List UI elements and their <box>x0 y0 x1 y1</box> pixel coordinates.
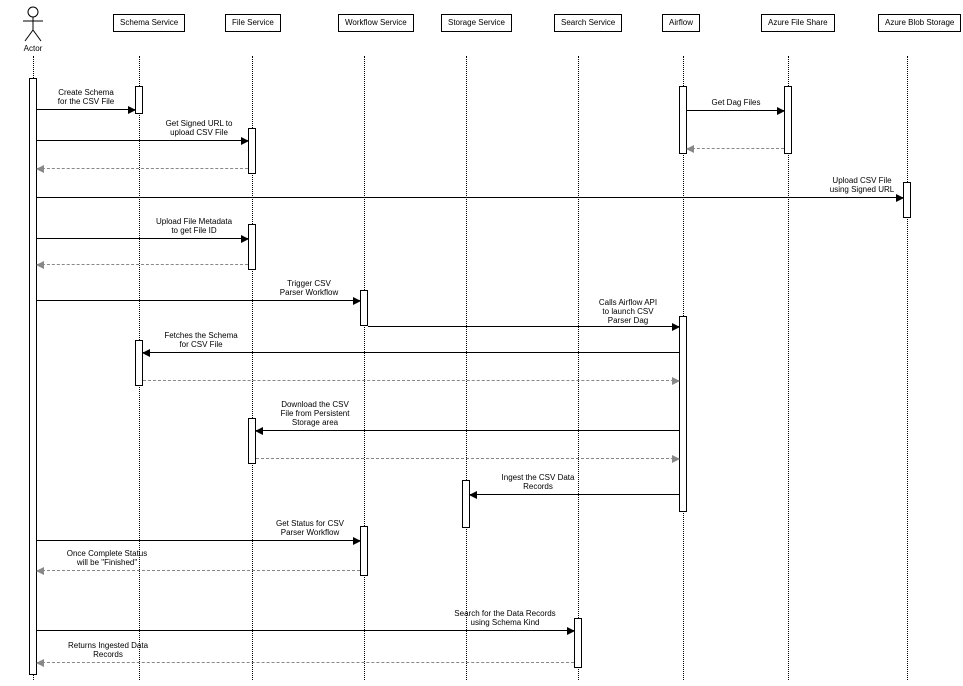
msg-signed-url <box>37 140 248 141</box>
msg-trigger-workflow-label: Trigger CSV Parser Workflow <box>262 279 356 297</box>
msg-get-status <box>37 540 360 541</box>
msg-download-csv-label: Download the CSV File from Persistent St… <box>261 400 369 427</box>
lifeline-workflow <box>364 56 365 680</box>
msg-status-finished-label: Once Complete Status will be "Finished" <box>44 549 170 567</box>
msg-get-dag <box>687 110 784 111</box>
msg-download-csv-return <box>256 458 679 459</box>
msg-ingest-label: Ingest the CSV Data Records <box>480 473 596 491</box>
msg-get-status-label: Get Status for CSV Parser Workflow <box>258 519 362 537</box>
activation-schema-2 <box>135 340 143 386</box>
msg-create-schema <box>37 109 135 110</box>
msg-fetch-schema-return <box>143 380 679 381</box>
msg-search-records-label: Search for the Data Records using Schema… <box>430 609 580 627</box>
actor-icon <box>23 6 43 42</box>
lifeline-storage <box>466 56 467 680</box>
activation-storage <box>462 480 470 528</box>
activation-file-3 <box>248 418 256 464</box>
activation-workflow-1 <box>360 290 368 326</box>
msg-get-dag-return <box>687 148 784 149</box>
msg-signed-url-return <box>37 168 248 169</box>
msg-fetch-schema-label: Fetches the Schema for CSV File <box>148 331 254 349</box>
msg-ingest <box>470 494 679 495</box>
msg-upload-meta <box>37 238 248 239</box>
msg-airflow-api <box>368 326 679 327</box>
activation-azfile <box>784 86 792 154</box>
participant-file: File Service <box>225 14 281 32</box>
activation-airflow-2 <box>679 316 687 512</box>
msg-trigger-workflow <box>37 300 360 301</box>
msg-returns-records <box>37 662 574 663</box>
lifeline-search <box>578 56 579 680</box>
msg-status-finished <box>37 570 360 571</box>
participant-azure-blob-storage: Azure Blob Storage <box>878 14 961 32</box>
msg-create-schema-label: Create Schema for the CSV File <box>44 88 128 106</box>
msg-returns-records-label: Returns Ingested Data Records <box>44 641 172 659</box>
msg-download-csv <box>256 430 679 431</box>
participant-workflow: Workflow Service <box>338 14 414 32</box>
msg-upload-meta-return <box>37 264 248 265</box>
participant-schema: Schema Service <box>113 14 185 32</box>
activation-file-1 <box>248 128 256 174</box>
msg-upload-meta-label: Upload File Metadata to get File ID <box>140 217 248 235</box>
lifeline-azblob <box>907 56 908 680</box>
msg-upload-blob-label: Upload CSV File using Signed URL <box>818 176 906 194</box>
msg-upload-blob <box>37 197 903 198</box>
msg-signed-url-label: Get Signed URL to upload CSV File <box>150 119 248 137</box>
sequence-diagram: Actor Schema Service File Service Workfl… <box>0 0 963 686</box>
participant-azure-file-share: Azure File Share <box>761 14 835 32</box>
msg-airflow-api-label: Calls Airflow API to launch CSV Parser D… <box>578 298 678 325</box>
activation-file-2 <box>248 224 256 270</box>
participant-actor-label: Actor <box>21 44 45 53</box>
msg-fetch-schema <box>143 352 679 353</box>
participant-search: Search Service <box>554 14 622 32</box>
participant-airflow: Airflow <box>662 14 700 32</box>
msg-search-records <box>37 630 574 631</box>
activation-airflow-1 <box>679 86 687 154</box>
participant-storage: Storage Service <box>441 14 512 32</box>
participant-actor: Actor <box>21 6 45 53</box>
msg-get-dag-label: Get Dag Files <box>700 98 772 107</box>
activation-schema-1 <box>135 86 143 114</box>
